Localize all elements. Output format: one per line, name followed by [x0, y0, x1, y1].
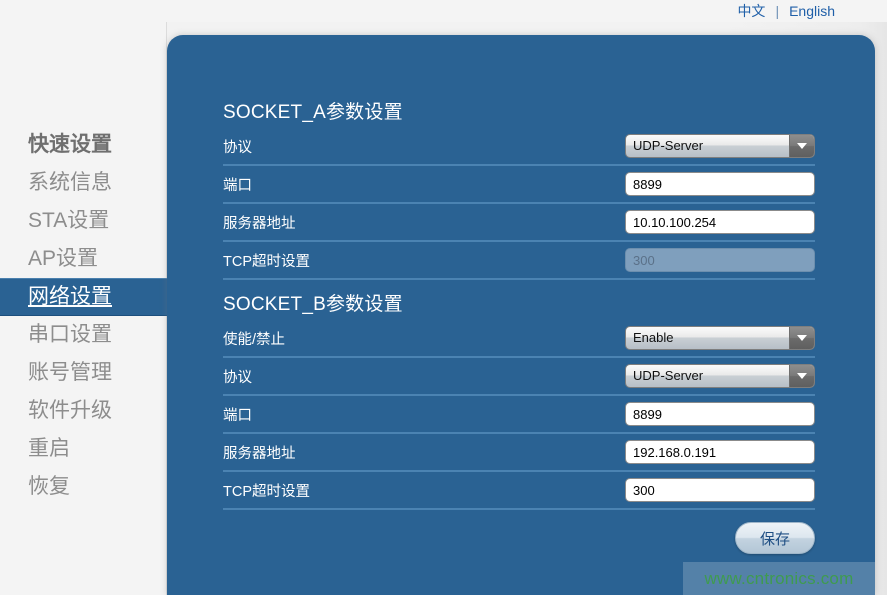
- sidebar-item-restart[interactable]: 重启: [0, 430, 166, 468]
- sidebar-item-system-info[interactable]: 系统信息: [0, 164, 166, 202]
- socket-b-protocol-label: 协议: [223, 366, 252, 387]
- sidebar-item-label: 重启: [28, 437, 70, 460]
- socket-b-port-input-wrapper: [625, 402, 815, 426]
- socket-b-server-address-input[interactable]: [625, 440, 815, 464]
- socket-b-protocol-value: UDP-Server: [626, 365, 789, 387]
- sidebar-item-sta-settings[interactable]: STA设置: [0, 202, 166, 240]
- socket-b-section-title: SOCKET_B参数设置: [223, 280, 815, 320]
- socket-b-tcp-timeout-input-wrapper: [625, 478, 815, 502]
- socket-b-port-input[interactable]: [625, 402, 815, 426]
- socket-b-enable-row: 使能/禁止 Enable: [223, 320, 815, 358]
- socket-b-tcp-timeout-input[interactable]: [625, 478, 815, 502]
- chevron-down-icon[interactable]: [789, 135, 814, 157]
- chevron-down-icon[interactable]: [789, 327, 814, 349]
- sidebar-item-account-management[interactable]: 账号管理: [0, 354, 166, 392]
- socket-a-server-address-label: 服务器地址: [223, 212, 296, 233]
- settings-panel: SOCKET_A参数设置 协议 UDP-Server 端口 服务器地址 TC: [167, 35, 875, 595]
- sidebar-item-label: 快速设置: [28, 133, 112, 156]
- sidebar-item-label: STA设置: [28, 209, 109, 232]
- socket-a-tcp-timeout-input: [625, 248, 815, 272]
- sidebar-item-network-settings[interactable]: 网络设置: [0, 278, 167, 316]
- socket-b-protocol-select-wrapper: UDP-Server: [625, 364, 815, 388]
- socket-a-protocol-value: UDP-Server: [626, 135, 789, 157]
- socket-b-enable-label: 使能/禁止: [223, 328, 285, 349]
- sidebar-item-label: 网络设置: [28, 285, 112, 308]
- sidebar-item-quick-setup[interactable]: 快速设置: [0, 126, 166, 164]
- socket-b-tcp-timeout-label: TCP超时设置: [223, 480, 310, 501]
- socket-a-server-address-input[interactable]: [625, 210, 815, 234]
- socket-b-enable-select-wrapper: Enable: [625, 326, 815, 350]
- socket-b-server-address-label: 服务器地址: [223, 442, 296, 463]
- sidebar-nav: 快速设置 系统信息 STA设置 AP设置 网络设置 串口设置 账号管理 软件升级…: [0, 22, 167, 595]
- socket-a-server-address-row: 服务器地址: [223, 204, 815, 242]
- sidebar-item-label: AP设置: [28, 247, 98, 270]
- sidebar-item-label: 系统信息: [28, 171, 112, 194]
- sidebar-item-label: 串口设置: [28, 323, 112, 346]
- socket-b-enable-select[interactable]: Enable: [625, 326, 815, 350]
- socket-b-port-label: 端口: [223, 404, 252, 425]
- sidebar-item-label: 恢复: [28, 475, 70, 498]
- language-link-chinese[interactable]: 中文: [737, 3, 765, 19]
- sidebar-item-serial-settings[interactable]: 串口设置: [0, 316, 166, 354]
- settings-form: SOCKET_A参数设置 协议 UDP-Server 端口 服务器地址 TC: [223, 95, 815, 566]
- socket-b-protocol-select[interactable]: UDP-Server: [625, 364, 815, 388]
- form-actions: 保存: [223, 510, 815, 566]
- socket-a-port-label: 端口: [223, 174, 252, 195]
- socket-b-server-address-row: 服务器地址: [223, 434, 815, 472]
- socket-a-protocol-select-wrapper: UDP-Server: [625, 134, 815, 158]
- socket-a-port-row: 端口: [223, 166, 815, 204]
- save-button[interactable]: 保存: [735, 522, 815, 554]
- socket-b-enable-value: Enable: [626, 327, 789, 349]
- socket-a-protocol-select[interactable]: UDP-Server: [625, 134, 815, 158]
- socket-a-port-input[interactable]: [625, 172, 815, 196]
- socket-b-port-row: 端口: [223, 396, 815, 434]
- chevron-down-icon[interactable]: [789, 365, 814, 387]
- socket-b-protocol-row: 协议 UDP-Server: [223, 358, 815, 396]
- socket-a-server-address-input-wrapper: [625, 210, 815, 234]
- sidebar-item-restore[interactable]: 恢复: [0, 468, 166, 506]
- socket-a-tcp-timeout-row: TCP超时设置: [223, 242, 815, 280]
- sidebar-item-ap-settings[interactable]: AP设置: [0, 240, 166, 278]
- socket-a-port-input-wrapper: [625, 172, 815, 196]
- site-watermark: www.cntronics.com: [683, 562, 875, 595]
- socket-a-protocol-row: 协议 UDP-Server: [223, 128, 815, 166]
- sidebar-item-label: 账号管理: [28, 361, 112, 384]
- language-separator: |: [765, 3, 789, 19]
- language-links: 中文|English: [0, 0, 887, 21]
- socket-a-tcp-timeout-input-wrapper: [625, 248, 815, 272]
- sidebar-item-label: 软件升级: [28, 399, 112, 422]
- socket-b-server-address-input-wrapper: [625, 440, 815, 464]
- sidebar-item-firmware-upgrade[interactable]: 软件升级: [0, 392, 166, 430]
- language-link-english[interactable]: English: [789, 3, 835, 19]
- socket-a-tcp-timeout-label: TCP超时设置: [223, 250, 310, 271]
- socket-a-protocol-label: 协议: [223, 136, 252, 157]
- language-bar: 中文|English: [0, 0, 887, 22]
- socket-b-tcp-timeout-row: TCP超时设置: [223, 472, 815, 510]
- socket-a-section-title: SOCKET_A参数设置: [223, 95, 815, 128]
